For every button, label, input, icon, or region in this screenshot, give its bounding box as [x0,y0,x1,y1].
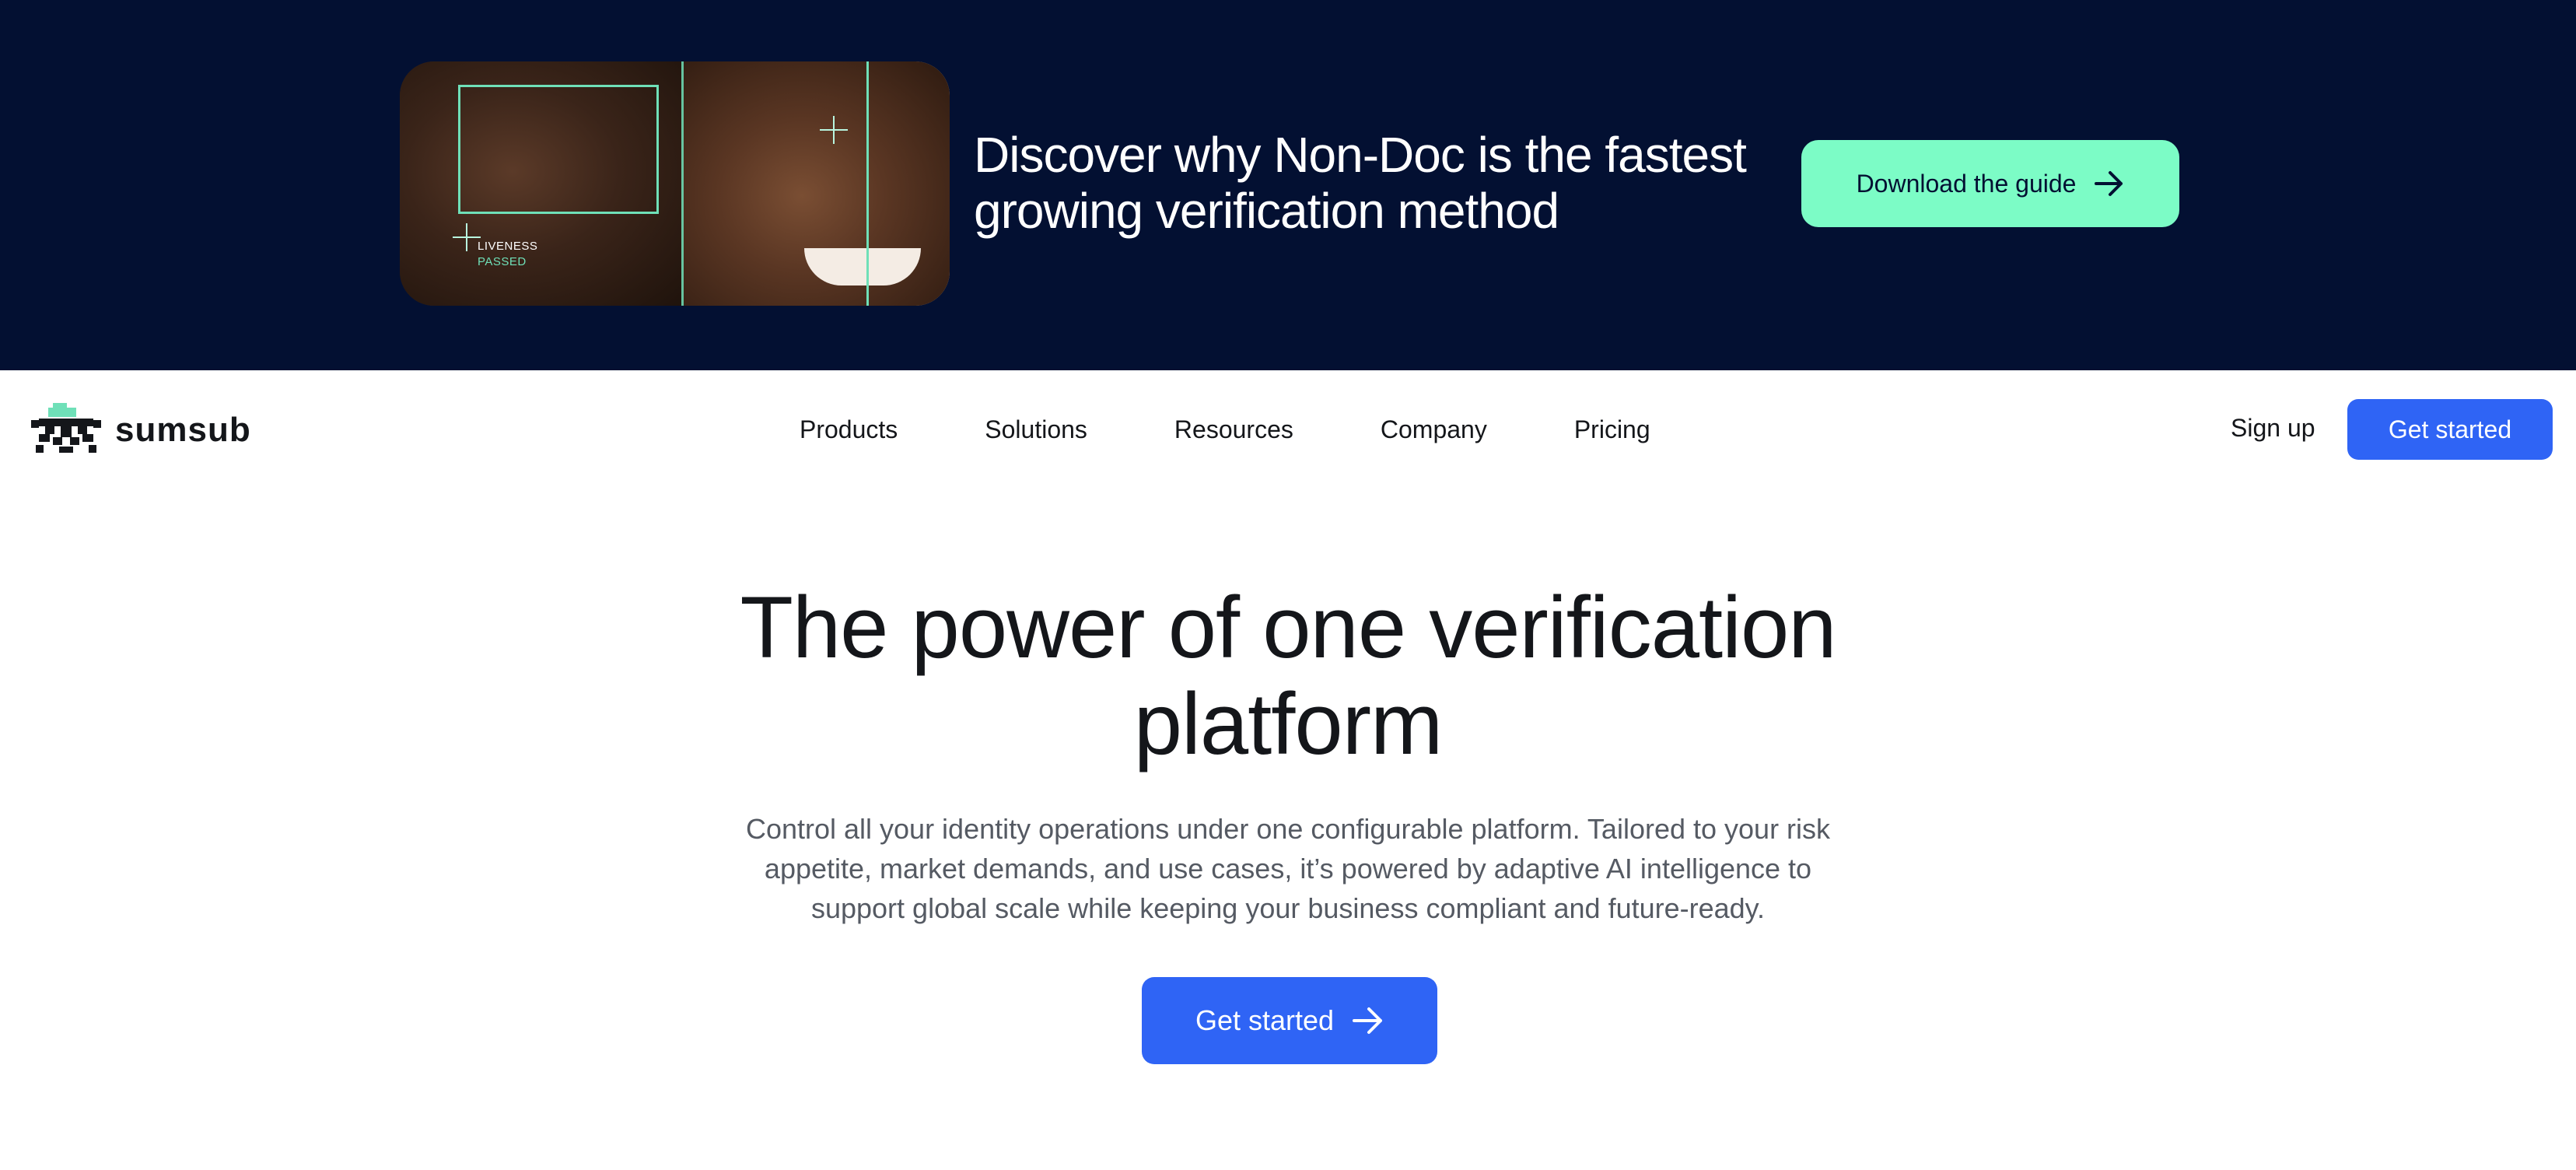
hero-subtitle-line: appetite, market demands, and use cases,… [764,853,1812,885]
sign-up-link[interactable]: Sign up [2231,414,2315,443]
crosshair-icon [453,223,481,251]
sumsub-logo[interactable]: sumsub [31,402,251,458]
liveness-status: LIVENESS PASSED [478,239,537,270]
download-guide-label: Download the guide [1856,169,2077,198]
nav-item-resources[interactable]: Resources [1174,415,1293,444]
sumsub-logo-text: sumsub [115,411,251,449]
hero-get-started-button[interactable]: Get started [1142,977,1437,1064]
hero-subtitle: Control all your identity operations und… [705,809,1871,928]
download-guide-button[interactable]: Download the guide [1801,140,2179,227]
main-navbar: sumsub Products Solutions Resources Comp… [0,370,2576,489]
hero-subtitle-line: Control all your identity operations und… [745,813,1831,845]
hero-get-started-label: Get started [1195,1004,1335,1036]
liveness-promo-image[interactable]: LIVENESS PASSED [400,61,950,306]
scan-line [681,61,684,306]
banner-title-line: Discover why Non-Doc is the fastest [974,127,1747,183]
primary-nav: Products Solutions Resources Company Pri… [800,370,1650,489]
hero-title-line: The power of one verification [740,579,1836,676]
banner-title: Discover why Non-Doc is the fastest grow… [974,127,1752,239]
nav-item-company[interactable]: Company [1381,415,1487,444]
hero-title: The power of one verification platform [510,580,2066,772]
liveness-passed-label: PASSED [478,255,527,268]
promo-banner: LIVENESS PASSED Discover why Non-Doc is … [0,0,2576,370]
nav-item-solutions[interactable]: Solutions [985,415,1087,444]
arrow-right-icon [2095,170,2124,197]
hero-subtitle-line: support global scale while keeping your … [810,892,1766,924]
face-detection-frame [458,85,659,214]
nav-item-products[interactable]: Products [800,415,898,444]
nav-item-pricing[interactable]: Pricing [1574,415,1650,444]
hero-title-line: platform [1133,675,1444,772]
liveness-label: LIVENESS [478,240,538,253]
nav-get-started-label: Get started [2388,415,2512,443]
nav-get-started-button[interactable]: Get started [2347,399,2553,460]
sumsub-logo-icon [31,402,101,458]
scan-line [866,61,869,306]
banner-title-line: growing verification method [974,183,1559,239]
crosshair-icon [820,116,848,144]
arrow-right-icon [1353,1007,1384,1035]
